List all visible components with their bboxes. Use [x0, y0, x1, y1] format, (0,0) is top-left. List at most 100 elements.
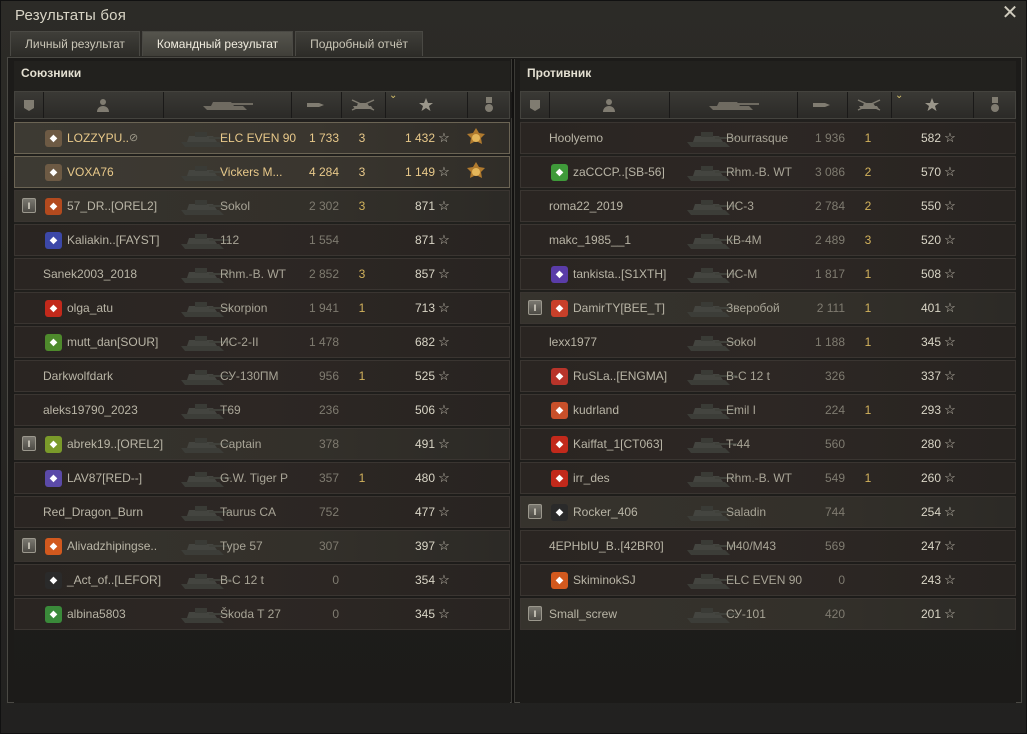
ally-player-row[interactable]: Red_Dragon_Burn Taurus CA 752 477 ☆ [14, 496, 510, 528]
damage-column-header[interactable] [291, 92, 342, 118]
ally-player-row[interactable]: I ◆ 57_DR..[OREL2] Sokol 2 302 3 871 ☆ [14, 190, 510, 222]
platoon-icon: I [22, 198, 36, 213]
tab-personal-result[interactable]: Личный результат [10, 31, 140, 56]
window-title: Результаты боя [15, 7, 127, 24]
allies-table-header: ⌄ [14, 90, 512, 119]
experience-value: 243 [920, 573, 941, 587]
ally-player-row[interactable]: ◆ olga_atu Skorpion 1 941 1 713 ☆ [14, 292, 510, 324]
kills-column-header[interactable] [341, 92, 386, 118]
enemy-player-row[interactable]: lexx1977 Sokol 1 188 1 345 ☆ [520, 326, 1016, 358]
kills-value: 3 [358, 267, 366, 281]
ally-player-row[interactable]: Darkwolfdark СУ-130ПМ 956 1 525 ☆ [14, 360, 510, 392]
experience-star-column-header[interactable]: ⌄ [385, 90, 468, 118]
experience-value: 871 [414, 233, 435, 247]
enemy-player-row[interactable]: I Small_screw СУ-101 420 201 ☆ [520, 598, 1016, 630]
medal-column-header[interactable] [467, 92, 512, 118]
tank-name: Rhm.-B. WT [726, 471, 792, 485]
experience-value: 525 [414, 369, 435, 383]
enemy-player-row[interactable]: ◆ tankista..[S1XTH] ИС-М 1 817 1 508 ☆ [520, 258, 1016, 290]
star-icon: ☆ [438, 470, 450, 485]
enemy-player-row[interactable]: I ◆ DamirTY[BEE_T] Зверобой 2 111 1 401 ☆ [520, 292, 1016, 324]
enemy-player-row[interactable]: roma22_2019 ИС-3 2 784 2 550 ☆ [520, 190, 1016, 222]
enemy-player-row[interactable]: ◆ SkiminokSJ ELC EVEN 90 0 243 ☆ [520, 564, 1016, 596]
ally-player-row[interactable]: I ◆ Alivadzhipingse.. Type 57 307 397 ☆ [14, 530, 510, 562]
damage-column-header[interactable] [797, 92, 848, 118]
damage-value: 1 936 [814, 131, 845, 145]
tank-name: Sokol [726, 335, 757, 349]
player-name: Alivadzhipingse.. [67, 539, 158, 553]
star-icon: ☆ [438, 606, 450, 621]
enemy-player-row[interactable]: ◆ RuSLa..[ENGMA] B-C 12 t 326 337 ☆ [520, 360, 1016, 392]
close-icon[interactable]: ✕ [1000, 3, 1020, 23]
experience-value: 480 [414, 471, 435, 485]
tank-name: ELC EVEN 90 [220, 131, 297, 145]
star-icon: ☆ [438, 300, 450, 315]
damage-value: 2 111 [816, 301, 845, 315]
player-name: SkiminokSJ [573, 573, 636, 587]
ally-player-row[interactable]: aleks19790_2023 T69 236 506 ☆ [14, 394, 510, 426]
enemy-player-row[interactable]: ◆ kudrland Emil I 224 1 293 ☆ [520, 394, 1016, 426]
experience-star-column-header[interactable]: ⌄ [891, 90, 974, 118]
damage-value: 420 [824, 607, 845, 621]
kills-value: 1 [358, 369, 366, 383]
star-icon: ☆ [944, 436, 956, 451]
damage-value: 2 489 [814, 233, 845, 247]
tank-name: 112 [220, 233, 240, 247]
tab-team-result[interactable]: Командный результат [141, 31, 294, 56]
tank-column-header[interactable] [163, 92, 292, 118]
squad-column-header[interactable] [15, 92, 44, 118]
star-icon: ☆ [438, 436, 450, 451]
enemy-player-row[interactable]: ◆ zaCCCP..[SB-56] Rhm.-B. WT 3 086 2 570 ☆ [520, 156, 1016, 188]
star-icon: ☆ [438, 232, 450, 247]
star-icon: ☆ [944, 470, 956, 485]
star-icon: ☆ [438, 130, 450, 145]
player-name: abrek19..[OREL2] [67, 437, 164, 451]
experience-value: 401 [920, 301, 941, 315]
star-icon: ☆ [438, 334, 450, 349]
team-divider [511, 59, 515, 703]
tank-name: СУ-101 [726, 607, 766, 621]
enemy-player-row[interactable]: ◆ Kaiffat_1[CT063] T-44 560 280 ☆ [520, 428, 1016, 460]
experience-value: 247 [920, 539, 941, 553]
tab-detailed-report[interactable]: Подробный отчёт [295, 31, 424, 56]
clan-emblem-icon: ◆ [551, 504, 568, 521]
tank-name: КВ-4М [726, 233, 762, 247]
medal-icon[interactable] [465, 161, 487, 183]
player-name: RuSLa..[ENGMA] [573, 369, 668, 383]
enemy-player-row[interactable]: 4EPHbIU_B..[42BR0] M40/M43 569 247 ☆ [520, 530, 1016, 562]
ally-player-row[interactable]: I ◆ abrek19..[OREL2] Captain 378 491 ☆ [14, 428, 510, 460]
experience-value: 1 149 [404, 165, 435, 179]
ally-player-row[interactable]: ◆ VOXA76 Vickers M... 4 284 3 1 149 ☆ [14, 156, 510, 188]
player-name: Darkwolfdark [43, 369, 114, 383]
kills-column-header[interactable] [847, 92, 892, 118]
clan-emblem-icon: ◆ [551, 266, 568, 283]
clan-emblem-icon: ◆ [45, 538, 62, 555]
enemy-player-row[interactable]: ◆ irr_des Rhm.-B. WT 549 1 260 ☆ [520, 462, 1016, 494]
player-column-header[interactable] [549, 92, 670, 118]
damage-value: 236 [318, 403, 339, 417]
ally-player-row[interactable]: ◆ albina5803 Škoda T 27 0 345 ☆ [14, 598, 510, 630]
tank-column-header[interactable] [669, 92, 798, 118]
enemy-player-row[interactable]: I ◆ Rocker_406 Saladin 744 254 ☆ [520, 496, 1016, 528]
player-column-header[interactable] [43, 92, 164, 118]
ally-player-row[interactable]: ◆ LAV87[RED--] G.W. Tiger P 357 1 480 ☆ [14, 462, 510, 494]
medal-column-header[interactable] [973, 92, 1018, 118]
experience-star-icon [924, 97, 940, 113]
ally-player-row[interactable]: Sanek2003_2018 Rhm.-B. WT 2 852 3 857 ☆ [14, 258, 510, 290]
tank-icon [199, 97, 255, 113]
ally-player-row[interactable]: ◆ LOZZYPU.. ⊘ ELC EVEN 90 1 733 3 1 432 ☆ [14, 122, 510, 154]
experience-value: 491 [414, 437, 435, 451]
damage-value: 307 [318, 539, 339, 553]
ally-player-row[interactable]: ◆ mutt_dan[SOUR] ИС-2-II 1 478 682 ☆ [14, 326, 510, 358]
squad-column-header[interactable] [521, 92, 550, 118]
damage-value: 569 [824, 539, 845, 553]
enemy-player-row[interactable]: Hoolyemo Bourrasque 1 936 1 582 ☆ [520, 122, 1016, 154]
medal-icon[interactable] [465, 127, 487, 149]
ally-player-row[interactable]: ◆ Kaliakin..[FAYST] 112 1 554 871 ☆ [14, 224, 510, 256]
ally-player-row[interactable]: ◆ _Act_of..[LEFOR] B-C 12 t 0 354 ☆ [14, 564, 510, 596]
kills-value: 3 [358, 199, 366, 213]
experience-value: 477 [414, 505, 435, 519]
sort-chevron-icon: ⌄ [389, 90, 398, 101]
enemy-player-row[interactable]: makc_1985__1 КВ-4М 2 489 3 520 ☆ [520, 224, 1016, 256]
tank-name: ИС-3 [726, 199, 754, 213]
